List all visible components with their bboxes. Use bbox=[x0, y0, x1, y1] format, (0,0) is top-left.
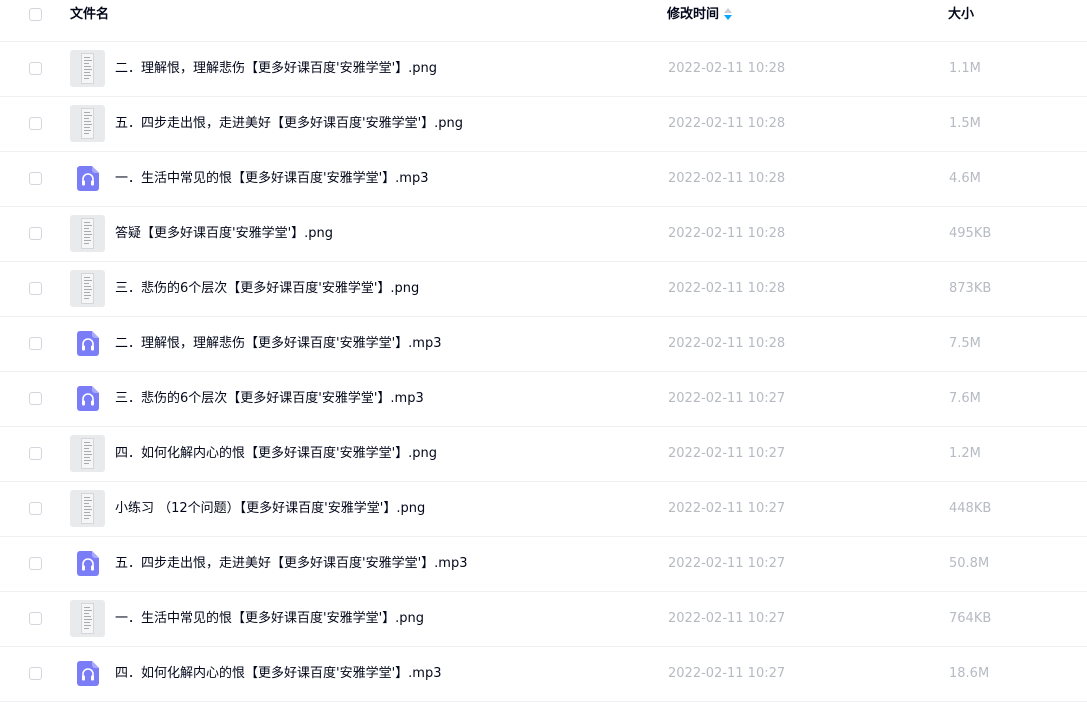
file-name[interactable]: 四．如何化解内心的恨【更多好课百度'安雅学堂'】.mp3 bbox=[115, 665, 441, 683]
file-size: 50.8M bbox=[949, 556, 990, 571]
row-checkbox[interactable] bbox=[29, 612, 42, 625]
file-name[interactable]: 二．理解恨，理解悲伤【更多好课百度'安雅学堂'】.mp3 bbox=[115, 335, 441, 353]
file-name[interactable]: 四．如何化解内心的恨【更多好课百度'安雅学堂'】.png bbox=[115, 445, 437, 463]
row-checkbox[interactable] bbox=[29, 337, 42, 350]
file-modified-time: 2022-02-11 10:27 bbox=[668, 391, 786, 406]
audio-file-icon bbox=[70, 545, 105, 582]
file-size: 448KB bbox=[949, 501, 992, 516]
file-row[interactable]: 四．如何化解内心的恨【更多好课百度'安雅学堂'】.png 2022-02-11 … bbox=[0, 427, 1087, 482]
row-checkbox[interactable] bbox=[29, 172, 42, 185]
file-row[interactable]: 答疑【更多好课百度'安雅学堂'】.png 2022-02-11 10:28 49… bbox=[0, 207, 1087, 262]
file-row[interactable]: 二．理解恨，理解悲伤【更多好课百度'安雅学堂'】.png 2022-02-11 … bbox=[0, 42, 1087, 97]
file-name[interactable]: 一．生活中常见的恨【更多好课百度'安雅学堂'】.png bbox=[115, 610, 424, 628]
file-row[interactable]: 一．生活中常见的恨【更多好课百度'安雅学堂'】.png 2022-02-11 1… bbox=[0, 592, 1087, 647]
file-modified-time: 2022-02-11 10:27 bbox=[668, 446, 786, 461]
file-modified-time: 2022-02-11 10:28 bbox=[668, 281, 786, 296]
audio-file-icon bbox=[70, 380, 105, 417]
file-modified-time: 2022-02-11 10:28 bbox=[668, 116, 786, 131]
file-modified-time: 2022-02-11 10:27 bbox=[668, 501, 786, 516]
file-row[interactable]: 四．如何化解内心的恨【更多好课百度'安雅学堂'】.mp3 2022-02-11 … bbox=[0, 647, 1087, 702]
file-name[interactable]: 三．悲伤的6个层次【更多好课百度'安雅学堂'】.png bbox=[115, 280, 419, 298]
row-checkbox[interactable] bbox=[29, 502, 42, 515]
file-row[interactable]: 小练习 （12个问题）【更多好课百度'安雅学堂'】.png 2022-02-11… bbox=[0, 482, 1087, 537]
file-size: 495KB bbox=[949, 226, 992, 241]
file-row[interactable]: 五．四步走出恨，走进美好【更多好课百度'安雅学堂'】.png 2022-02-1… bbox=[0, 97, 1087, 152]
image-file-icon bbox=[70, 105, 105, 142]
file-modified-time: 2022-02-11 10:27 bbox=[668, 666, 786, 681]
file-name[interactable]: 三．悲伤的6个层次【更多好课百度'安雅学堂'】.mp3 bbox=[115, 390, 424, 408]
file-modified-time: 2022-02-11 10:28 bbox=[668, 171, 786, 186]
row-checkbox[interactable] bbox=[29, 227, 42, 240]
file-modified-time: 2022-02-11 10:28 bbox=[668, 61, 786, 76]
file-list-table: 文件名 修改时间 大小 二．理解恨，理解悲伤【更多好课百度'安雅学堂'】.png… bbox=[0, 0, 1087, 702]
audio-file-icon bbox=[70, 160, 105, 197]
file-size: 7.5M bbox=[949, 336, 981, 351]
image-file-icon bbox=[70, 490, 105, 527]
file-row[interactable]: 三．悲伤的6个层次【更多好课百度'安雅学堂'】.png 2022-02-11 1… bbox=[0, 262, 1087, 317]
image-file-icon bbox=[70, 435, 105, 472]
file-row[interactable]: 三．悲伤的6个层次【更多好课百度'安雅学堂'】.mp3 2022-02-11 1… bbox=[0, 372, 1087, 427]
image-file-icon bbox=[70, 215, 105, 252]
file-size: 764KB bbox=[949, 611, 992, 626]
file-modified-time: 2022-02-11 10:28 bbox=[668, 336, 786, 351]
row-checkbox[interactable] bbox=[29, 447, 42, 460]
file-name[interactable]: 五．四步走出恨，走进美好【更多好课百度'安雅学堂'】.png bbox=[115, 115, 463, 133]
file-name[interactable]: 一．生活中常见的恨【更多好课百度'安雅学堂'】.mp3 bbox=[115, 170, 428, 188]
column-header-time-label: 修改时间 bbox=[667, 7, 720, 22]
file-size: 1.2M bbox=[949, 446, 981, 461]
column-header-time[interactable]: 修改时间 bbox=[667, 6, 733, 24]
file-name[interactable]: 二．理解恨，理解悲伤【更多好课百度'安雅学堂'】.png bbox=[115, 60, 437, 78]
audio-file-icon bbox=[70, 325, 105, 362]
audio-file-icon bbox=[70, 655, 105, 692]
row-checkbox[interactable] bbox=[29, 557, 42, 570]
file-modified-time: 2022-02-11 10:27 bbox=[668, 556, 786, 571]
file-row[interactable]: 二．理解恨，理解悲伤【更多好课百度'安雅学堂'】.mp3 2022-02-11 … bbox=[0, 317, 1087, 372]
file-name[interactable]: 小练习 （12个问题）【更多好课百度'安雅学堂'】.png bbox=[115, 500, 425, 518]
file-modified-time: 2022-02-11 10:27 bbox=[668, 611, 786, 626]
row-checkbox[interactable] bbox=[29, 117, 42, 130]
file-size: 1.1M bbox=[949, 61, 981, 76]
column-header-name[interactable]: 文件名 bbox=[70, 6, 109, 24]
row-checkbox[interactable] bbox=[29, 667, 42, 680]
image-file-icon bbox=[70, 270, 105, 307]
file-row[interactable]: 五．四步走出恨，走进美好【更多好课百度'安雅学堂'】.mp3 2022-02-1… bbox=[0, 537, 1087, 592]
file-list-header: 文件名 修改时间 大小 bbox=[0, 0, 1087, 42]
row-checkbox[interactable] bbox=[29, 282, 42, 295]
file-size: 7.6M bbox=[949, 391, 981, 406]
select-all-checkbox[interactable] bbox=[29, 8, 42, 21]
file-modified-time: 2022-02-11 10:28 bbox=[668, 226, 786, 241]
file-size: 4.6M bbox=[949, 171, 981, 186]
file-list-body: 二．理解恨，理解悲伤【更多好课百度'安雅学堂'】.png 2022-02-11 … bbox=[0, 42, 1087, 702]
column-header-size[interactable]: 大小 bbox=[948, 6, 974, 24]
row-checkbox[interactable] bbox=[29, 62, 42, 75]
file-row[interactable]: 一．生活中常见的恨【更多好课百度'安雅学堂'】.mp3 2022-02-11 1… bbox=[0, 152, 1087, 207]
file-size: 18.6M bbox=[949, 666, 990, 681]
file-size: 1.5M bbox=[949, 116, 981, 131]
row-checkbox[interactable] bbox=[29, 392, 42, 405]
file-name[interactable]: 五．四步走出恨，走进美好【更多好课百度'安雅学堂'】.mp3 bbox=[115, 555, 467, 573]
file-size: 873KB bbox=[949, 281, 992, 296]
file-name[interactable]: 答疑【更多好课百度'安雅学堂'】.png bbox=[115, 225, 333, 243]
sort-icon[interactable] bbox=[724, 7, 733, 20]
image-file-icon bbox=[70, 600, 105, 637]
image-file-icon bbox=[70, 50, 105, 87]
